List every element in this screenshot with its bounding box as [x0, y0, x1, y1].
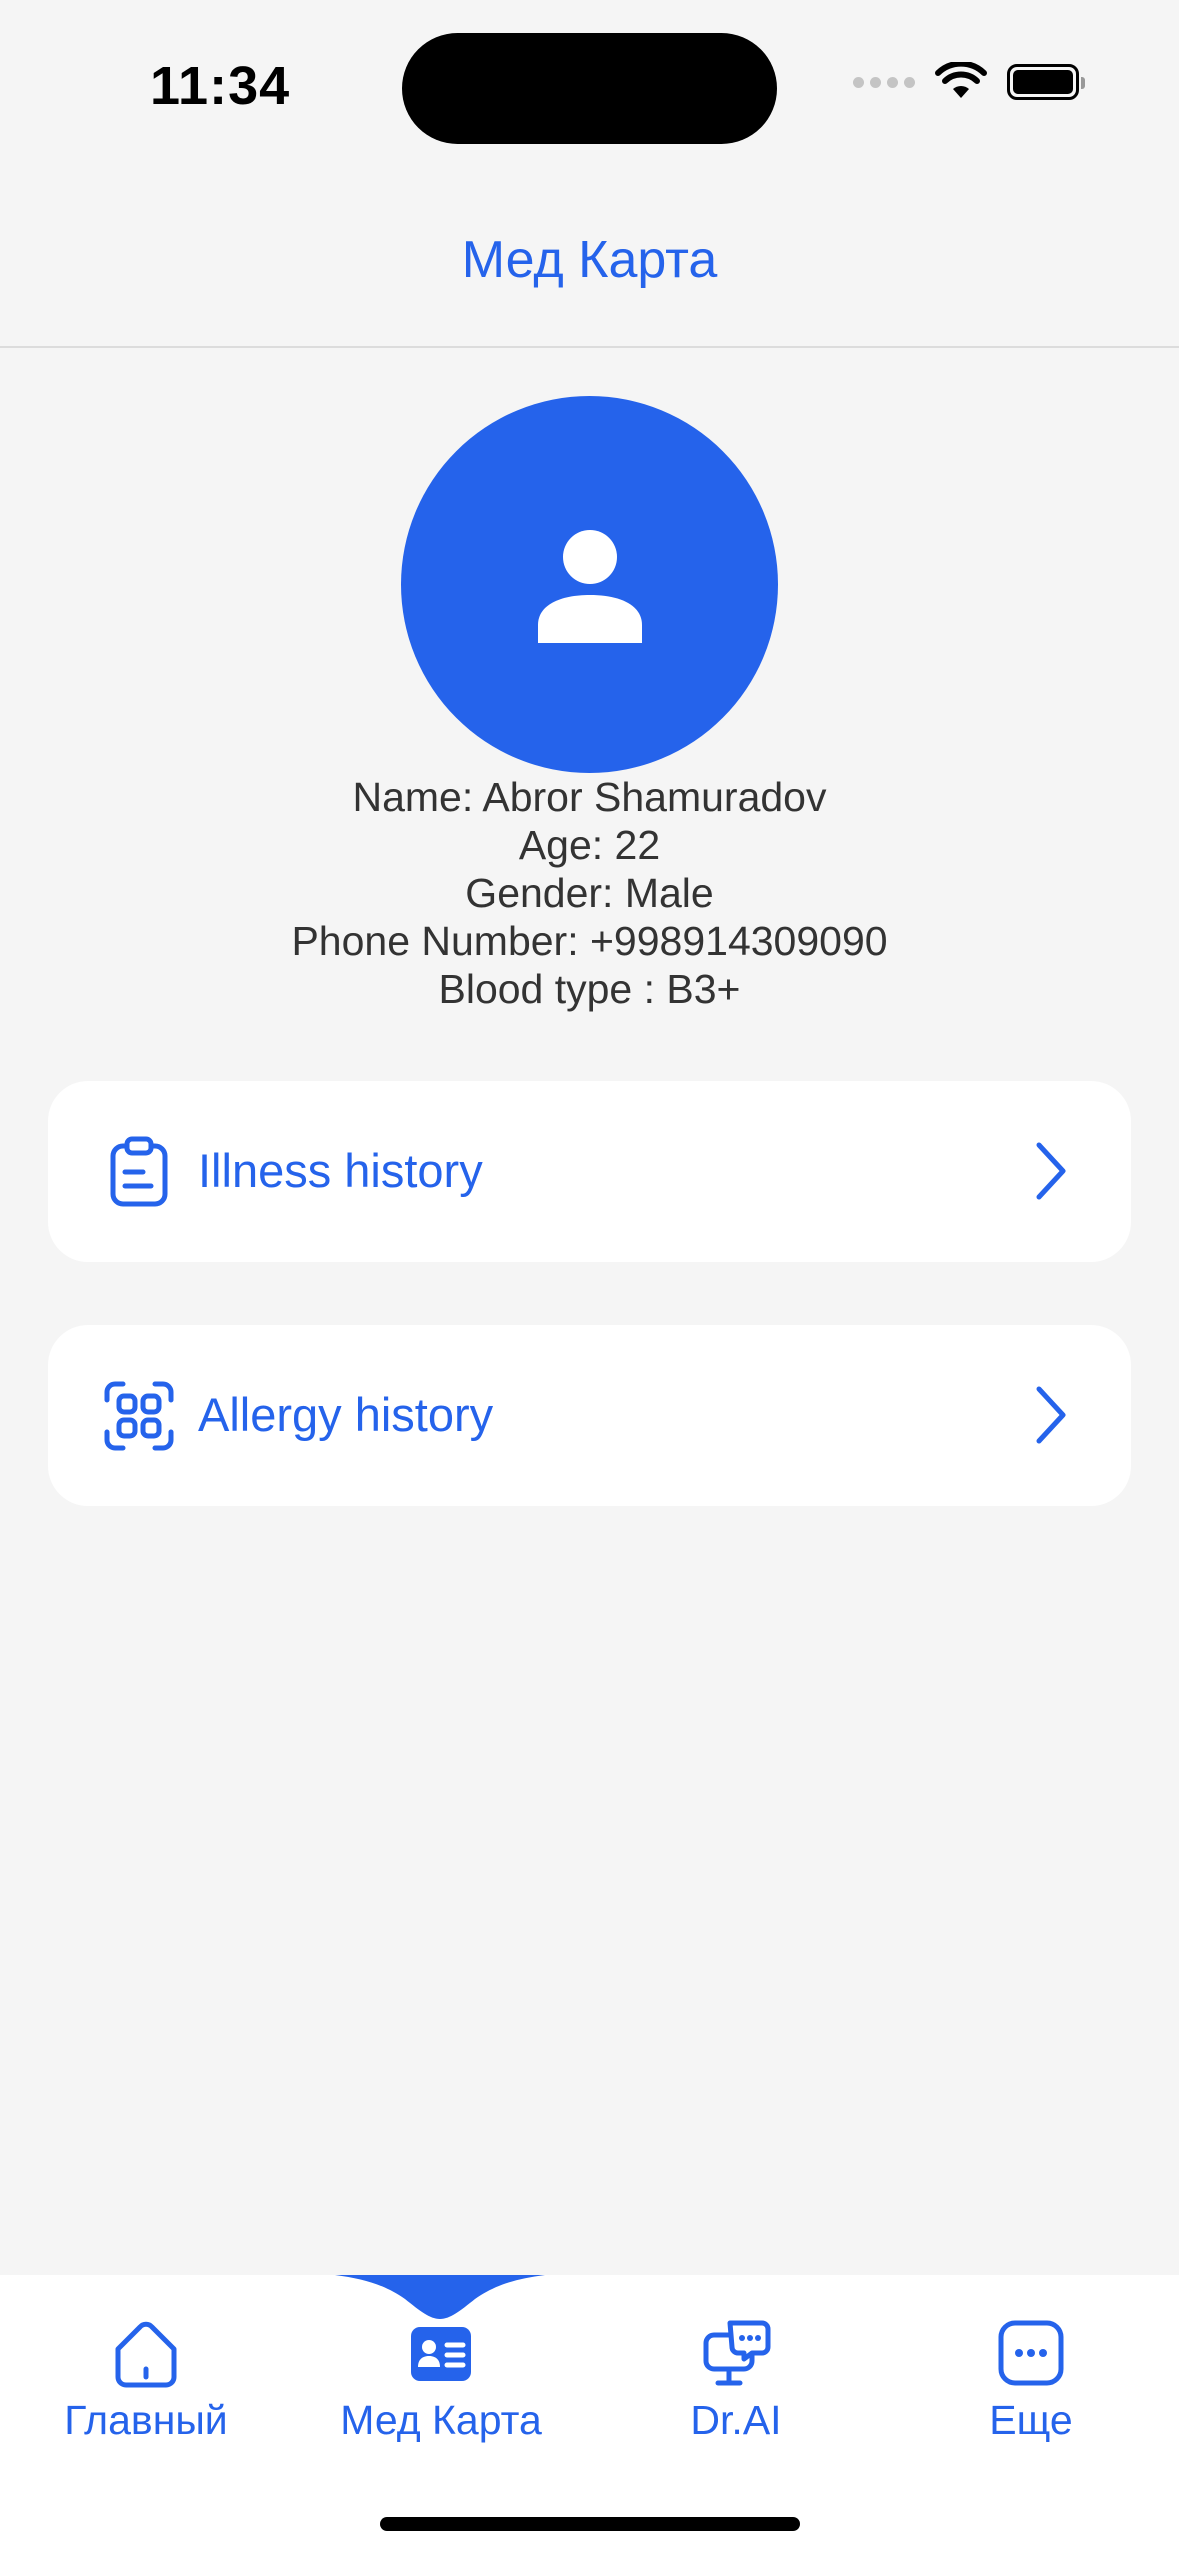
page-title: Мед Карта: [461, 231, 718, 289]
illness-history-card[interactable]: Illness history: [48, 1081, 1131, 1262]
tab-dr-ai-label: Dr.AI: [690, 2397, 782, 2443]
id-card-icon: [411, 2327, 471, 2381]
profile-info: Name: Abror Shamuradov Age: 22 Gender: M…: [0, 773, 1179, 1013]
tab-home[interactable]: Главный: [26, 2317, 266, 2467]
profile-age: Age: 22: [518, 822, 661, 868]
clipboard-icon: [110, 1136, 168, 1207]
battery-icon: [1007, 64, 1085, 100]
status-time: 11:34: [150, 56, 291, 116]
nav-header: Мед Карта: [0, 170, 1179, 348]
home-icon: [115, 2321, 177, 2388]
allergy-history-label: Allergy history: [198, 1388, 494, 1441]
dynamic-island: [402, 33, 777, 144]
tab-dr-ai[interactable]: Dr.AI: [616, 2317, 856, 2467]
chevron-right-icon: [1036, 1386, 1066, 1444]
tab-more-label: Еще: [989, 2397, 1073, 2443]
profile-name: Name: Abror Shamuradov: [352, 774, 827, 820]
status-bar: 11:34: [0, 0, 1179, 170]
chevron-right-icon: [1036, 1142, 1066, 1200]
allergy-history-card[interactable]: Allergy history: [48, 1325, 1131, 1506]
profile-gender: Gender: Male: [465, 870, 714, 916]
chat-monitor-icon: [703, 2320, 771, 2386]
tab-more[interactable]: Еще: [911, 2317, 1151, 2467]
tab-med-card[interactable]: Мед Карта: [321, 2317, 561, 2467]
avatar: [401, 396, 778, 773]
tab-home-label: Главный: [64, 2397, 228, 2443]
wifi-icon: [935, 62, 987, 98]
status-icons: [853, 62, 1085, 102]
illness-history-label: Illness history: [198, 1144, 483, 1197]
active-tab-indicator: [335, 2275, 545, 2319]
more-icon: [998, 2320, 1064, 2386]
home-indicator: [380, 2517, 800, 2531]
tab-bar: Главный Мед Карта Dr.AI Еще: [0, 2275, 1179, 2556]
profile-blood-type: Blood type : B3+: [438, 966, 741, 1012]
cellular-signal-icon: [853, 76, 915, 88]
user-icon: [537, 529, 642, 643]
scan-grid-icon: [104, 1381, 174, 1451]
tab-med-card-label: Мед Карта: [340, 2397, 542, 2443]
profile-phone: Phone Number: +998914309090: [291, 918, 888, 964]
